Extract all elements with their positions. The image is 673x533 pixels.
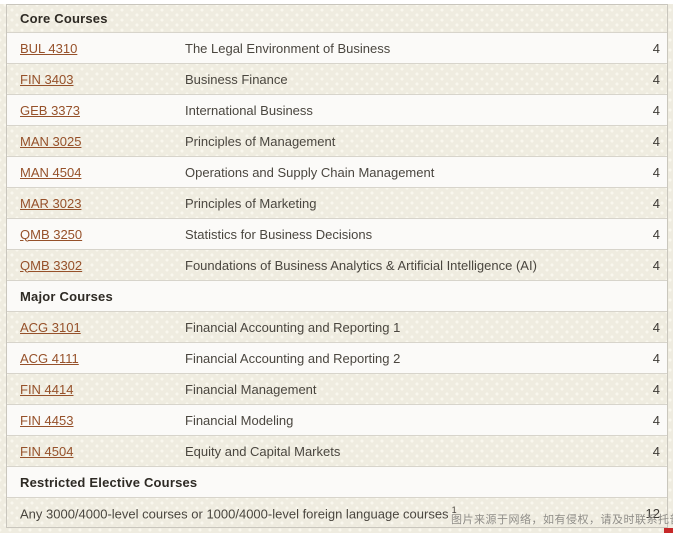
credits-value: 4: [653, 196, 667, 211]
course-code-link[interactable]: MAR 3023: [20, 196, 81, 211]
credits-value: 4: [653, 382, 667, 397]
course-code-cell: FIN 3403: [7, 72, 185, 87]
course-code-cell: ACG 3101: [7, 320, 185, 335]
course-code-link[interactable]: FIN 4414: [20, 382, 73, 397]
table-row: ACG 3101 Financial Accounting and Reporti…: [7, 312, 667, 343]
course-code-cell: MAN 3025: [7, 134, 185, 149]
table-row: MAN 4504 Operations and Supply Chain Mana…: [7, 157, 667, 188]
course-code-cell: GEB 3373: [7, 103, 185, 118]
elective-text: Any 3000/4000-level courses or 1000/4000…: [20, 506, 449, 521]
course-code-link[interactable]: FIN 4453: [20, 413, 73, 428]
credits-value: 4: [653, 103, 667, 118]
section-title: Restricted Elective Courses: [7, 475, 197, 490]
section-header-row: Core Courses: [7, 5, 667, 33]
course-code-link[interactable]: FIN 4504: [20, 444, 73, 459]
table-row: FIN 3403 Business Finance4: [7, 64, 667, 95]
credits-value: 4: [653, 227, 667, 242]
credits-value: 4: [653, 413, 667, 428]
table-row: QMB 3302 Foundations of Business Analytic…: [7, 250, 667, 281]
course-title: Operations and Supply Chain Management: [185, 165, 653, 180]
credits-value: 4: [653, 41, 667, 56]
course-code-link[interactable]: ACG 3101: [20, 320, 81, 335]
course-title: Principles of Management: [185, 134, 653, 149]
course-title: Statistics for Business Decisions: [185, 227, 653, 242]
course-title: Foundations of Business Analytics & Arti…: [185, 258, 653, 273]
credits-value: 4: [653, 320, 667, 335]
table-row: FIN 4453 Financial Modeling4: [7, 405, 667, 436]
course-code-cell: ACG 4111: [7, 351, 185, 366]
course-code-cell: MAR 3023: [7, 196, 185, 211]
course-code-link[interactable]: FIN 3403: [20, 72, 73, 87]
course-code-link[interactable]: ACG 4111: [20, 351, 79, 366]
table-row: GEB 3373 International Business4: [7, 95, 667, 126]
watermark-text: 图片来源于网络，如有侵权，请及时联系托普仕留学删除: [451, 511, 673, 527]
course-title: Financial Management: [185, 382, 653, 397]
credits-value: 4: [653, 351, 667, 366]
course-code-link[interactable]: MAN 4504: [20, 165, 81, 180]
course-code-link[interactable]: QMB 3250: [20, 227, 82, 242]
course-code-cell: QMB 3302: [7, 258, 185, 273]
table-row: BUL 4310 The Legal Environment of Busines…: [7, 33, 667, 64]
table-row: MAN 3025 Principles of Management4: [7, 126, 667, 157]
table-row: FIN 4504 Equity and Capital Markets4: [7, 436, 667, 467]
section-header-row: Major Courses: [7, 281, 667, 312]
section-title: Core Courses: [7, 11, 108, 26]
table-row: ACG 4111 Financial Accounting and Reporti…: [7, 343, 667, 374]
course-title: Financial Accounting and Reporting 2: [185, 351, 653, 366]
red-corner-logo-fragment: [664, 528, 673, 533]
course-code-cell: QMB 3250: [7, 227, 185, 242]
credits-value: 4: [653, 72, 667, 87]
section-header-row: Restricted Elective Courses: [7, 467, 667, 498]
course-title: Business Finance: [185, 72, 653, 87]
table-row: QMB 3250 Statistics for Business Decision…: [7, 219, 667, 250]
course-title: The Legal Environment of Business: [185, 41, 653, 56]
table-row: MAR 3023 Principles of Marketing4: [7, 188, 667, 219]
course-title: Financial Accounting and Reporting 1: [185, 320, 653, 335]
course-table: Core Courses BUL 4310 The Legal Environmen…: [6, 4, 668, 528]
course-code-cell: BUL 4310: [7, 41, 185, 56]
credits-value: 4: [653, 134, 667, 149]
credits-value: 4: [653, 258, 667, 273]
course-code-link[interactable]: QMB 3302: [20, 258, 82, 273]
course-code-cell: FIN 4414: [7, 382, 185, 397]
course-code-link[interactable]: GEB 3373: [20, 103, 80, 118]
course-title: Principles of Marketing: [185, 196, 653, 211]
course-code-link[interactable]: BUL 4310: [20, 41, 77, 56]
section-title: Major Courses: [7, 289, 113, 304]
course-code-link[interactable]: MAN 3025: [20, 134, 81, 149]
course-code-cell: FIN 4453: [7, 413, 185, 428]
course-title: Equity and Capital Markets: [185, 444, 653, 459]
course-code-cell: FIN 4504: [7, 444, 185, 459]
course-title: International Business: [185, 103, 653, 118]
table-row: FIN 4414 Financial Management4: [7, 374, 667, 405]
credits-value: 4: [653, 165, 667, 180]
course-title: Financial Modeling: [185, 413, 653, 428]
credits-value: 4: [653, 444, 667, 459]
course-code-cell: MAN 4504: [7, 165, 185, 180]
